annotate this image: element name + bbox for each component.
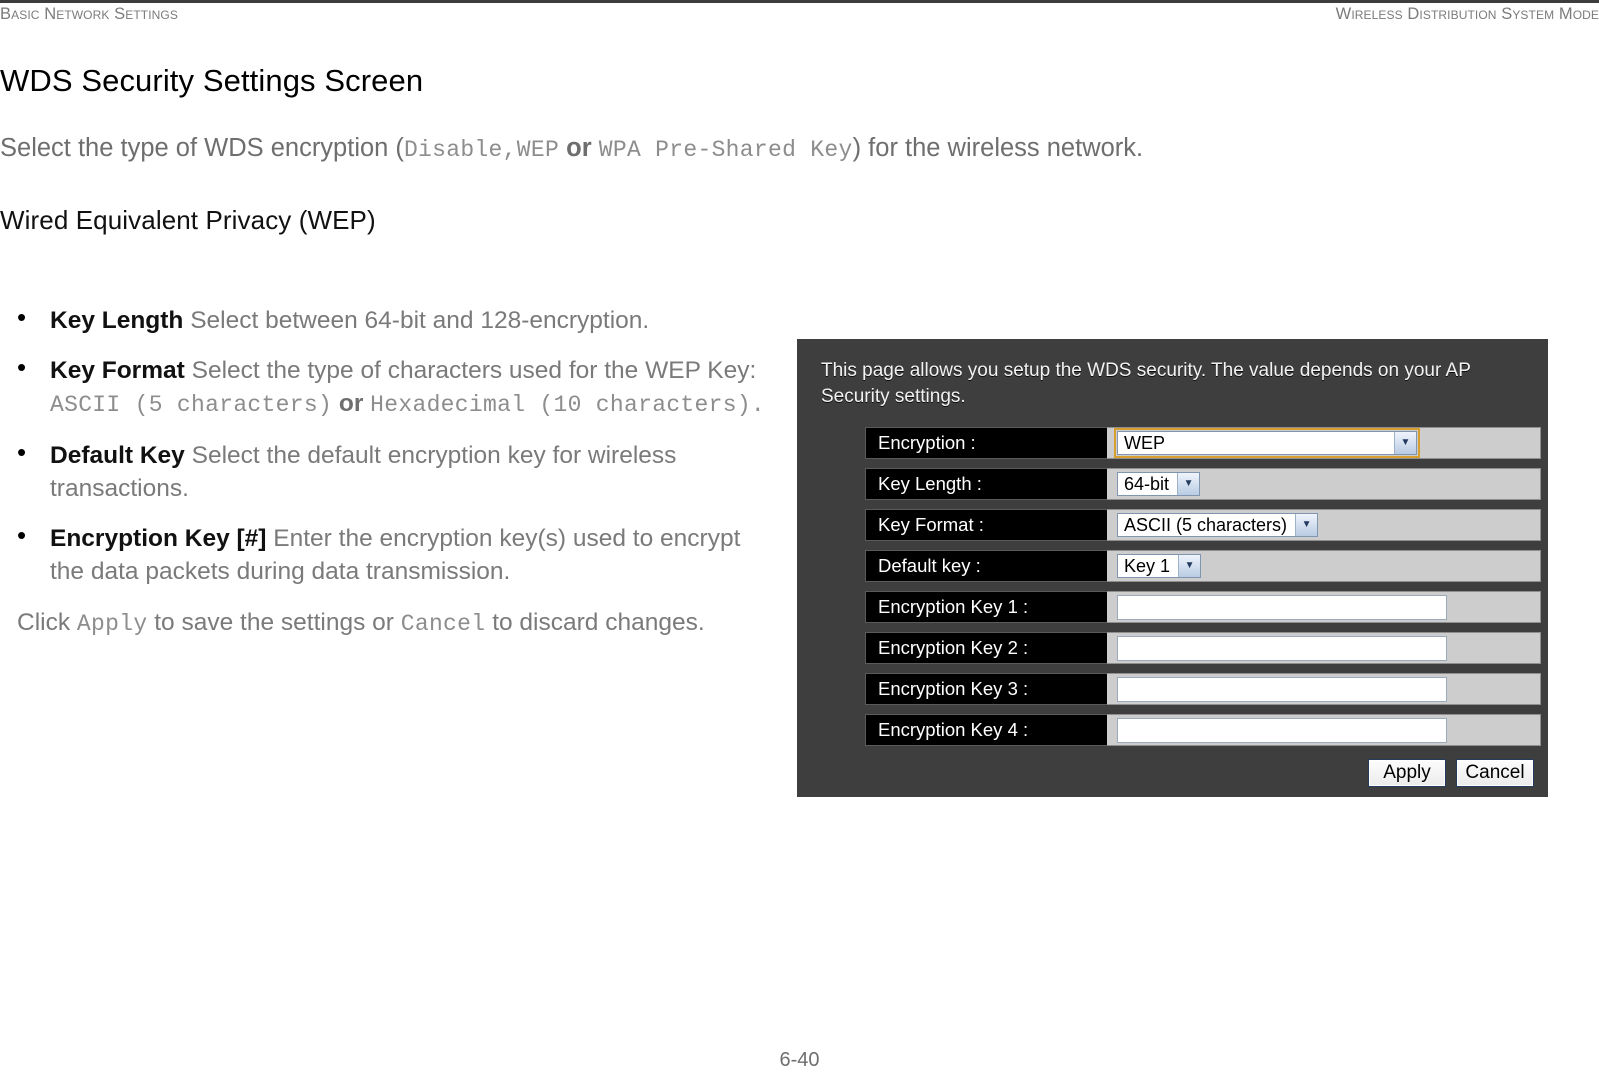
chevron-down-icon: ▼: [1394, 432, 1416, 454]
bullet-term-key-length: Key Length: [50, 307, 184, 334]
bullet-mono-ascii: ASCII (5 characters): [50, 392, 333, 418]
encryption-select[interactable]: WEP ▼: [1114, 428, 1420, 458]
wds-security-screenshot: This page allows you setup the WDS secur…: [797, 339, 1548, 797]
value-key-format: ASCII (5 characters) ▼: [1107, 509, 1541, 541]
apply-cancel-note: Click Apply to save the settings or Canc…: [0, 606, 780, 641]
bullet-desc-key-format: Select the type of characters used for t…: [191, 357, 757, 384]
form-row-encryption-key-2: Encryption Key 2 :: [865, 632, 1541, 664]
encryption-key-1-input[interactable]: [1117, 594, 1447, 620]
encryption-key-4-input[interactable]: [1117, 717, 1447, 743]
encryption-key-3-input[interactable]: [1117, 676, 1447, 702]
intro-option-wpa-psk: WPA Pre-Shared Key: [598, 137, 853, 163]
chevron-down-icon: ▼: [1178, 555, 1201, 577]
encryption-key-2-input[interactable]: [1117, 635, 1447, 661]
intro-option-wep: WEP: [516, 137, 560, 163]
label-encryption-key-3: Encryption Key 3 :: [865, 673, 1107, 705]
page-title: WDS Security Settings Screen: [0, 63, 424, 98]
form-row-encryption: Encryption : WEP ▼: [865, 427, 1541, 459]
intro-tail: ) for the wireless network.: [852, 134, 1144, 162]
list-item: Key Length Select between 64-bit and 128…: [0, 301, 780, 337]
label-encryption: Encryption :: [865, 427, 1107, 459]
intro-option-disable: Disable,: [403, 137, 517, 163]
note-lead: Click: [17, 609, 71, 636]
form-row-encryption-key-4: Encryption Key 4 :: [865, 714, 1541, 746]
list-item: Key Format Select the type of characters…: [0, 351, 780, 422]
settings-description-list: Key Length Select between 64-bit and 128…: [0, 301, 780, 588]
key-length-select[interactable]: 64-bit ▼: [1117, 472, 1201, 496]
note-apply: Apply: [76, 611, 148, 637]
intro-or: or: [566, 134, 592, 162]
note-mid: to save the settings or: [154, 609, 394, 636]
page-number: 6-40: [779, 1049, 820, 1071]
cancel-button[interactable]: Cancel: [1456, 759, 1534, 787]
form-row-key-format: Key Format : ASCII (5 characters) ▼: [865, 509, 1541, 541]
default-key-select-value: Key 1: [1124, 555, 1171, 576]
apply-button[interactable]: Apply: [1368, 759, 1446, 787]
label-encryption-key-1: Encryption Key 1 :: [865, 591, 1107, 623]
description-column: Key Length Select between 64-bit and 128…: [0, 301, 780, 641]
bullet-term-default-key: Default Key: [50, 442, 185, 469]
chevron-down-icon: ▼: [1177, 473, 1200, 495]
key-format-select[interactable]: ASCII (5 characters) ▼: [1117, 513, 1319, 537]
value-encryption: WEP ▼: [1107, 427, 1541, 459]
label-key-length: Key Length :: [865, 468, 1107, 500]
value-default-key: Key 1 ▼: [1107, 550, 1541, 582]
bullet-mono-hexadecimal: Hexadecimal (10 characters).: [370, 392, 766, 418]
bullet-term-encryption-key: Encryption Key [#]: [50, 525, 267, 552]
encryption-select-value: WEP: [1124, 432, 1166, 453]
screenshot-description: This page allows you setup the WDS secur…: [821, 360, 1471, 407]
intro-lead: Select the type of WDS encryption (: [0, 134, 404, 162]
label-encryption-key-4: Encryption Key 4 :: [865, 714, 1107, 746]
form-row-default-key: Default key : Key 1 ▼: [865, 550, 1541, 582]
form-row-encryption-key-1: Encryption Key 1 :: [865, 591, 1541, 623]
form-row-encryption-key-3: Encryption Key 3 :: [865, 673, 1541, 705]
list-item: Encryption Key [#] Enter the encryption …: [0, 519, 780, 588]
key-format-select-value: ASCII (5 characters): [1124, 514, 1288, 535]
value-encryption-key-1: [1107, 591, 1541, 623]
note-cancel: Cancel: [400, 611, 486, 637]
value-key-length: 64-bit ▼: [1107, 468, 1541, 500]
label-encryption-key-2: Encryption Key 2 :: [865, 632, 1107, 664]
section-subtitle: Wired Equivalent Privacy (WEP): [0, 205, 376, 235]
bullet-term-key-format: Key Format: [50, 357, 185, 384]
key-length-select-value: 64-bit: [1124, 473, 1170, 494]
bullet-desc-key-length: Select between 64-bit and 128-encryption…: [190, 307, 650, 334]
form-row-key-length: Key Length : 64-bit ▼: [865, 468, 1541, 500]
label-default-key: Default key :: [865, 550, 1107, 582]
intro-paragraph: Select the type of WDS encryption (Disab…: [0, 134, 1143, 163]
value-encryption-key-3: [1107, 673, 1541, 705]
page-running-header: Basic Network Settings Wireless Distribu…: [0, 0, 1599, 23]
header-left-title: Basic Network Settings: [0, 5, 178, 23]
list-item: Default Key Select the default encryptio…: [0, 436, 780, 505]
label-key-format: Key Format :: [865, 509, 1107, 541]
default-key-select[interactable]: Key 1 ▼: [1117, 554, 1202, 578]
header-right-title: Wireless Distribution System Mode: [1335, 5, 1599, 23]
note-tail: to discard changes.: [492, 609, 705, 636]
chevron-down-icon: ▼: [1295, 514, 1318, 536]
screenshot-button-bar: Apply Cancel: [1368, 759, 1534, 787]
value-encryption-key-4: [1107, 714, 1541, 746]
value-encryption-key-2: [1107, 632, 1541, 664]
bullet-or: or: [338, 390, 364, 417]
wds-security-form: Encryption : WEP ▼ Key Length : 64-bit ▼: [865, 427, 1541, 755]
